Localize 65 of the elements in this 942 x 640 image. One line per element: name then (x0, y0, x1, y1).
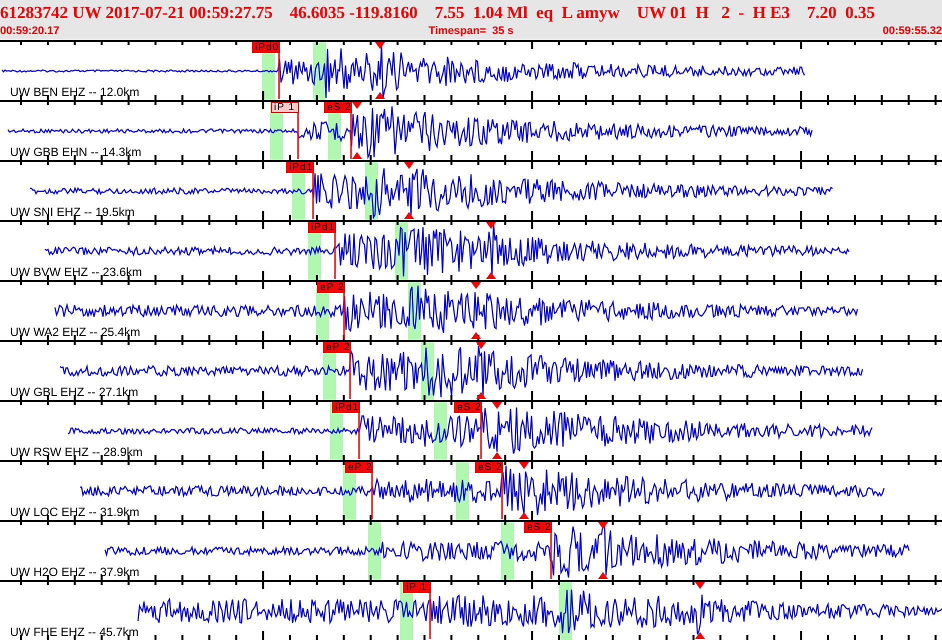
pick-line (358, 412, 360, 459)
pick-line (371, 472, 373, 519)
peak-marker-icon (492, 402, 502, 409)
pick-line (278, 52, 280, 99)
phase-pick-label[interactable]: eP 2 (345, 462, 373, 473)
peak-marker-icon (486, 222, 496, 229)
event-info: 7.55 1.04 Ml eq L amyw (434, 4, 620, 21)
station-label: UW BVW EHZ -- 23.6km (10, 266, 142, 279)
station-label: UW FHE EHZ -- 45.7km (10, 626, 139, 639)
pick-line (343, 292, 345, 339)
phase-pick-label[interactable]: eS 2 (454, 402, 482, 413)
peak-marker-icon (695, 632, 705, 639)
pick-line (334, 232, 336, 279)
phase-pick-label[interactable]: eP 2 (323, 342, 351, 353)
timespan-label: Timespan= 35 s (428, 26, 514, 37)
peak-marker-icon (352, 102, 362, 109)
end-time: 00:59:55.32 (882, 26, 942, 37)
peak-marker-icon (404, 162, 414, 169)
peak-marker-icon (476, 342, 486, 349)
station-label: UW RSW EHZ -- 28.9km (10, 446, 143, 459)
station-label: UW SNI EHZ -- 19.5km (10, 206, 135, 219)
station-label: UW H2O EHZ -- 37.9km (10, 566, 140, 579)
peak-marker-icon (375, 92, 385, 99)
peak-marker-icon (519, 462, 529, 469)
station-label: UW LOC EHZ -- 31.9km (10, 506, 140, 519)
phase-pick-label[interactable]: iP 1 (271, 102, 299, 113)
peak-marker-icon (476, 392, 486, 399)
event-info: UW 01 H 2 - H E3 (636, 4, 790, 21)
peak-marker-icon (471, 282, 481, 289)
peak-marker-icon (352, 152, 362, 159)
peak-marker-icon (492, 452, 502, 459)
pick-line (297, 112, 299, 159)
station-label: UW WA2 EHZ -- 25.4km (10, 326, 140, 339)
pick-line (480, 412, 482, 459)
peak-marker-icon (471, 332, 481, 339)
event-info: 46.6035 -119.8160 (290, 4, 418, 21)
time-window-marker (368, 522, 381, 580)
pick-line (550, 532, 552, 579)
phase-pick-label[interactable]: iPd1 (286, 162, 314, 173)
peak-marker-icon (598, 572, 608, 579)
pick-line (429, 592, 431, 639)
peak-marker-icon (695, 582, 705, 589)
pick-line (350, 112, 352, 159)
peak-marker-icon (598, 522, 608, 529)
peak-marker-icon (375, 42, 385, 49)
phase-pick-label[interactable]: eS 2 (475, 462, 503, 473)
pick-line (501, 472, 503, 519)
peak-marker-icon (519, 512, 529, 519)
peak-marker-icon (404, 212, 414, 219)
phase-pick-label[interactable]: eP 2 (317, 282, 345, 293)
phase-pick-label[interactable]: iPd1 (332, 402, 360, 413)
pick-line (312, 172, 314, 219)
phase-pick-label[interactable]: iP 1 (403, 582, 431, 593)
pick-line (349, 352, 351, 399)
peak-marker-icon (486, 272, 496, 279)
station-label: UW BEN EHZ -- 12.0km (10, 86, 140, 99)
phase-pick-label[interactable]: iPd0 (252, 42, 280, 53)
event-info: 61283742 UW 2017-07-21 00:59:27.75 (0, 4, 273, 21)
event-info: 7.20 0.35 (806, 4, 875, 21)
start-time: 00:59:20.17 (0, 26, 60, 37)
station-label: UW GBB EHN -- 14.3km (10, 146, 142, 159)
phase-pick-label[interactable]: iPd1 (308, 222, 336, 233)
phase-pick-label[interactable]: eS 2 (524, 522, 552, 533)
time-window-marker (434, 402, 447, 460)
station-label: UW GBL EHZ -- 27.1km (10, 386, 138, 399)
